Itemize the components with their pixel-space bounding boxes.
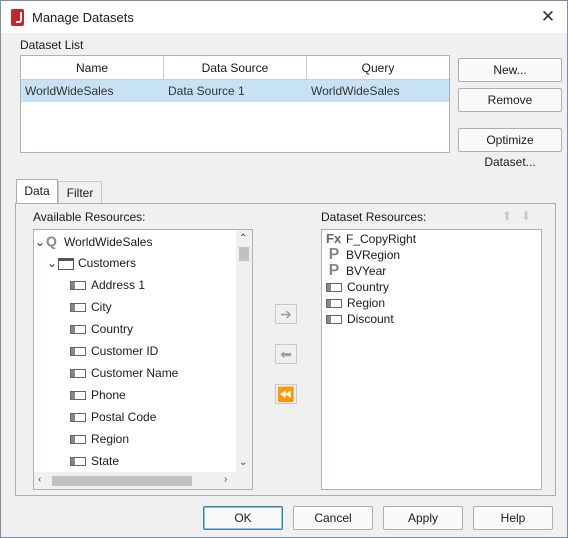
- scroll-left-icon[interactable]: ‹: [38, 474, 41, 486]
- list-item[interactable]: P BVRegion: [326, 247, 400, 263]
- formula-icon: Fx: [326, 231, 342, 246]
- item-label: BVYear: [346, 264, 387, 278]
- list-item[interactable]: State: [70, 450, 119, 472]
- list-item[interactable]: Phone: [70, 384, 126, 406]
- field-icon: [70, 391, 86, 401]
- field-icon: [70, 281, 86, 291]
- list-item[interactable]: P BVYear: [326, 262, 387, 279]
- field-icon: [70, 303, 86, 313]
- scroll-down-icon[interactable]: ⌄: [239, 457, 247, 469]
- tree-node-table[interactable]: ⌄ Customers: [46, 252, 136, 274]
- field-icon: [70, 369, 86, 379]
- field-icon: [70, 347, 86, 357]
- apply-button[interactable]: Apply: [383, 506, 463, 530]
- list-item[interactable]: Customer Name: [70, 362, 178, 384]
- field-icon: [70, 325, 86, 335]
- field-icon: [70, 457, 86, 467]
- move-right-icon[interactable]: ➔: [275, 304, 297, 324]
- tree-node-root[interactable]: ⌄Q WorldWideSales: [34, 230, 153, 253]
- column-header-name[interactable]: Name: [21, 56, 164, 80]
- list-item[interactable]: City: [70, 296, 112, 318]
- remove-button[interactable]: Remove: [458, 88, 562, 112]
- available-resources-label: Available Resources:: [33, 210, 146, 224]
- tree-node-table-label: Customers: [78, 256, 137, 270]
- field-icon: [326, 299, 342, 309]
- field-label: Customer Name: [91, 366, 179, 380]
- move-left-icon[interactable]: ⬅: [275, 344, 297, 364]
- parameter-icon: P: [328, 246, 340, 263]
- move-all-left-icon[interactable]: ⏪: [275, 384, 297, 404]
- field-icon: [70, 413, 86, 423]
- field-label: Postal Code: [91, 410, 157, 424]
- chevron-down-icon[interactable]: ⌄: [46, 252, 58, 274]
- ok-button[interactable]: OK: [203, 506, 283, 530]
- parameter-icon: P: [328, 262, 340, 279]
- list-item[interactable]: Postal Code: [70, 406, 156, 428]
- table-icon: [58, 257, 74, 270]
- app-logo-icon: [11, 9, 24, 26]
- field-label: Customer ID: [91, 344, 159, 358]
- list-item[interactable]: Discount: [326, 311, 394, 327]
- manage-datasets-dialog: Manage Datasets ✕ Dataset List Name Data…: [0, 0, 568, 538]
- scroll-thumb[interactable]: [239, 247, 249, 261]
- field-label: City: [91, 300, 112, 314]
- list-item[interactable]: Fx F_CopyRight: [326, 231, 416, 247]
- field-label: Address 1: [91, 278, 146, 292]
- optimize-dataset-button[interactable]: Optimize Dataset...: [458, 128, 562, 169]
- item-label: BVRegion: [346, 248, 401, 262]
- scroll-up-icon[interactable]: ⌃: [239, 233, 247, 245]
- scroll-thumb[interactable]: [52, 476, 192, 486]
- table-row[interactable]: WorldWideSales Data Source 1 WorldWideSa…: [21, 80, 449, 102]
- column-header-query[interactable]: Query: [307, 56, 449, 80]
- cell-data-source: Data Source 1: [168, 84, 245, 98]
- scroll-right-icon[interactable]: ›: [224, 474, 227, 486]
- dialog-title: Manage Datasets: [32, 10, 134, 25]
- title-bar: Manage Datasets ✕: [1, 1, 567, 33]
- field-label: Region: [91, 432, 130, 446]
- vertical-scrollbar[interactable]: ⌃ ⌄: [236, 230, 252, 472]
- move-up-icon[interactable]: ⬆: [499, 208, 515, 224]
- tab-data[interactable]: Data: [16, 179, 58, 203]
- table-header: Name Data Source Query: [21, 56, 449, 80]
- item-label: Discount: [347, 312, 394, 326]
- tree-node-root-label: WorldWideSales: [64, 235, 153, 249]
- cell-query: WorldWideSales: [311, 84, 400, 98]
- new-button[interactable]: New...: [458, 58, 562, 82]
- field-label: State: [91, 454, 120, 468]
- cancel-button[interactable]: Cancel: [293, 506, 373, 530]
- field-icon: [326, 315, 342, 325]
- field-label: Country: [91, 322, 134, 336]
- item-label: Region: [347, 296, 386, 310]
- dataset-table: Name Data Source Query WorldWideSales Da…: [20, 55, 450, 153]
- close-icon[interactable]: ✕: [537, 7, 559, 27]
- dataset-resources-list: Fx F_CopyRight P BVRegion P BVYear Country …: [321, 229, 542, 490]
- query-icon: Q: [46, 233, 57, 249]
- dataset-list-label: Dataset List: [20, 38, 84, 52]
- cell-name: WorldWideSales: [25, 84, 114, 98]
- list-item[interactable]: Region: [326, 295, 385, 311]
- item-label: Country: [347, 280, 390, 294]
- list-item[interactable]: Region: [70, 428, 129, 450]
- list-item[interactable]: Country: [70, 318, 133, 340]
- field-icon: [70, 435, 86, 445]
- help-button[interactable]: Help: [473, 506, 553, 530]
- tab-filter[interactable]: Filter: [58, 181, 102, 203]
- available-resources-tree: ⌄Q WorldWideSales ⌄ Customers Address 1 Ci…: [33, 229, 253, 490]
- horizontal-scrollbar[interactable]: ‹ ›: [34, 472, 252, 489]
- list-item[interactable]: Address 1: [70, 274, 145, 296]
- column-header-data-source[interactable]: Data Source: [164, 56, 307, 80]
- dataset-resources-label: Dataset Resources:: [321, 210, 427, 224]
- chevron-down-icon[interactable]: ⌄: [34, 231, 46, 253]
- list-item[interactable]: Customer ID: [70, 340, 158, 362]
- move-down-icon[interactable]: ⬇: [518, 208, 534, 224]
- field-label: Phone: [91, 388, 126, 402]
- field-icon: [326, 283, 342, 293]
- list-item[interactable]: Country: [326, 279, 389, 295]
- item-label: F_CopyRight: [346, 232, 417, 246]
